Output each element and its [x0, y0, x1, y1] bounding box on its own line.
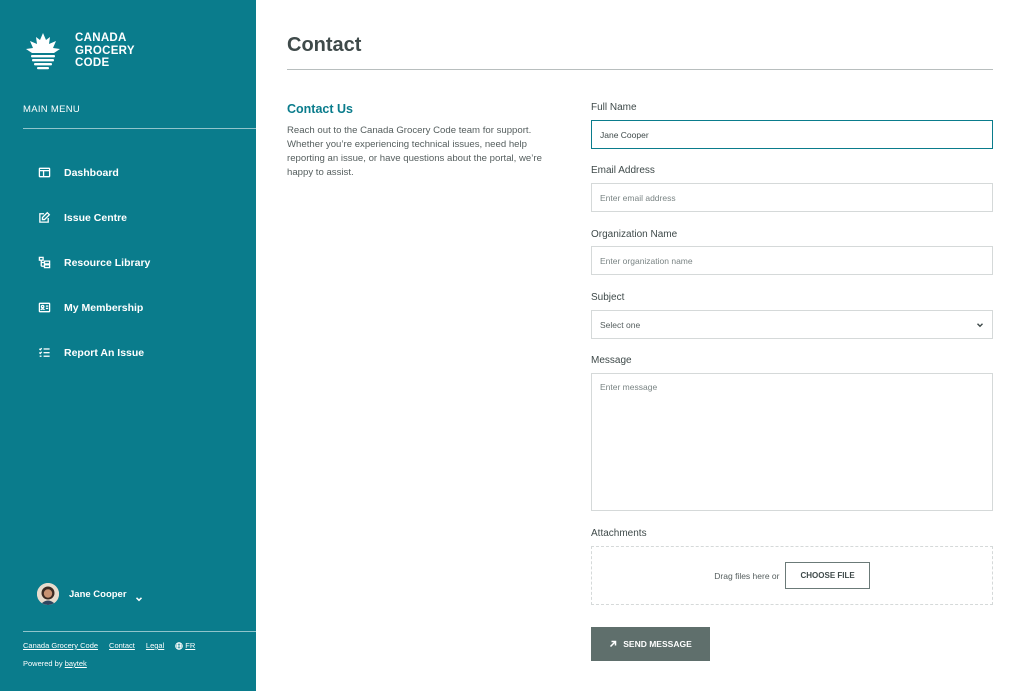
sidebar-item-report-an-issue[interactable]: Report An Issue [0, 330, 256, 375]
layout-icon [37, 166, 51, 180]
brand-name-line: CANADA [75, 32, 127, 45]
sidebar-item-resource-library[interactable]: Resource Library [0, 240, 256, 285]
sidebar-item-label: My Membership [64, 301, 144, 314]
full-name-field[interactable] [591, 120, 993, 149]
avatar [37, 583, 59, 605]
sidebar-item-label: Dashboard [64, 166, 119, 179]
sidebar: CANADA GROCERY CODE MAIN MENU Dashboard … [0, 0, 256, 691]
brand-name: CANADA GROCERY CODE [75, 32, 135, 70]
chevron-down-icon [135, 590, 143, 602]
user-name: Jane Cooper [69, 588, 127, 600]
edit-icon [37, 211, 51, 225]
footer-divider [23, 631, 256, 632]
arrow-up-right-icon [610, 640, 617, 648]
contact-heading: Contact Us [287, 102, 353, 116]
footer-link-contact[interactable]: Contact [109, 641, 135, 650]
brand-name-line: CODE [75, 57, 110, 70]
chevron-down-icon [977, 322, 983, 327]
main-menu-heading: MAIN MENU [23, 104, 81, 115]
sidebar-item-label: Resource Library [64, 256, 151, 269]
organization-field[interactable] [591, 246, 993, 275]
subject-label: Subject [591, 292, 625, 303]
send-message-button[interactable]: SEND MESSAGE [591, 627, 710, 661]
full-name-label: Full Name [591, 102, 637, 113]
footer-link-legal[interactable]: Legal [146, 641, 164, 650]
email-label: Email Address [591, 165, 655, 176]
footer-links: Canada Grocery Code Contact Legal FR [23, 641, 206, 650]
file-dropzone[interactable]: Drag files here or CHOOSE FILE [591, 546, 993, 605]
sidebar-item-dashboard[interactable]: Dashboard [0, 150, 256, 195]
footer-link-canada-grocery-code[interactable]: Canada Grocery Code [23, 641, 98, 650]
maple-leaf-basket-icon [26, 33, 60, 70]
folder-tree-icon [37, 256, 51, 270]
powered-by: Powered by baytek [23, 659, 87, 668]
page-title: Contact [287, 34, 362, 56]
globe-icon [175, 641, 184, 650]
menu-divider [23, 128, 256, 129]
sidebar-item-label: Report An Issue [64, 346, 145, 359]
send-message-label: SEND MESSAGE [623, 639, 692, 649]
message-label: Message [591, 355, 632, 366]
language-toggle[interactable]: FR [175, 641, 195, 650]
subject-select[interactable]: Select one [591, 310, 993, 339]
sidebar-item-issue-centre[interactable]: Issue Centre [0, 195, 256, 240]
dropzone-text: Drag files here or [714, 570, 780, 581]
attachments-label: Attachments [591, 528, 647, 539]
sidebar-item-my-membership[interactable]: My Membership [0, 285, 256, 330]
subject-selected-value: Select one [600, 319, 641, 330]
main-nav: Dashboard Issue Centre Resource Library … [0, 150, 256, 375]
choose-file-button[interactable]: CHOOSE FILE [785, 562, 870, 589]
email-field[interactable] [591, 183, 993, 212]
powered-by-prefix: Powered by [23, 659, 63, 668]
language-label: FR [185, 641, 196, 650]
list-check-icon [37, 346, 51, 360]
sidebar-item-label: Issue Centre [64, 211, 128, 224]
title-divider [287, 69, 993, 70]
contact-description: Reach out to the Canada Grocery Code tea… [287, 125, 542, 178]
organization-label: Organization Name [591, 229, 678, 240]
id-card-icon [37, 301, 51, 315]
user-menu[interactable]: Jane Cooper [37, 583, 143, 605]
message-field[interactable] [591, 373, 993, 511]
powered-by-link[interactable]: baytek [65, 659, 87, 668]
brand-logo[interactable]: CANADA GROCERY CODE [23, 31, 135, 71]
brand-name-line: GROCERY [75, 44, 135, 57]
